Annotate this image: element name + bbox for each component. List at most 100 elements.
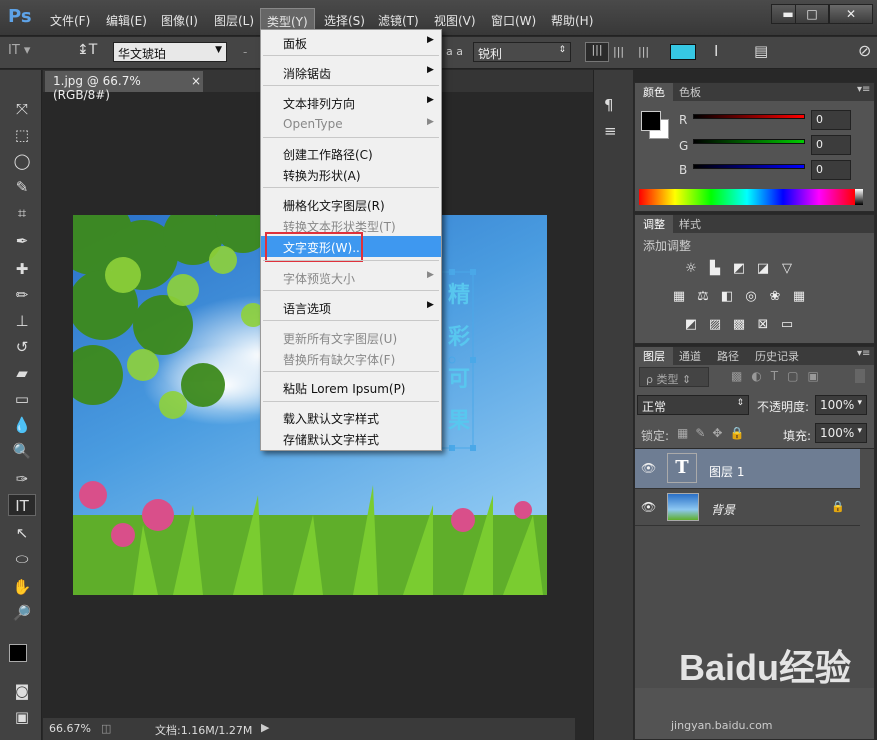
brightness-icon[interactable]: ☼ — [683, 261, 699, 277]
menu-item-create-work-path[interactable]: 创建工作路径(C) — [261, 143, 441, 164]
pen-tool-icon[interactable]: ✑ — [10, 468, 34, 490]
menu-item-convert-to-shape[interactable]: 转换为形状(A) — [261, 164, 441, 185]
menu-window[interactable]: 窗口(W) — [491, 12, 536, 29]
tab-color[interactable]: 颜色 — [635, 83, 673, 101]
healing-brush-tool-icon[interactable]: ✚ — [10, 258, 34, 280]
move-tool-icon[interactable]: ⤧ — [10, 98, 34, 120]
type-tool-icon[interactable]: ⅠT — [8, 494, 36, 516]
text-color-swatch[interactable] — [670, 44, 696, 60]
black-white-icon[interactable]: ◧ — [719, 289, 735, 305]
color-spectrum-bar[interactable] — [639, 189, 855, 205]
layer-row[interactable]: 👁 T 图层 1 — [635, 449, 860, 489]
gradient-map-icon[interactable]: ▭ — [779, 317, 795, 333]
tab-channels[interactable]: 通道 — [671, 347, 709, 365]
toggle-orientation-icon[interactable]: ↨T — [77, 42, 97, 58]
tab-adjustments[interactable]: 调整 — [635, 215, 673, 233]
menu-type[interactable]: 类型(Y) — [260, 8, 315, 30]
marquee-tool-icon[interactable]: ⬚ — [10, 124, 34, 146]
menu-item-rasterize[interactable]: 栅格化文字图层(R) — [261, 194, 441, 215]
tab-layers[interactable]: 图层 — [635, 347, 673, 365]
screen-mode-icon[interactable]: ▣ — [10, 706, 34, 728]
status-menu-arrow-icon[interactable]: ▶ — [261, 721, 269, 734]
document-tab[interactable]: 1.jpg @ 66.7%(RGB/8#) × — [45, 71, 203, 102]
history-brush-tool-icon[interactable]: ↺ — [10, 336, 34, 358]
channel-b-value[interactable]: 0 — [811, 160, 851, 180]
layer-filter-select[interactable]: ρ 类型 ⇕ — [639, 367, 709, 387]
foreground-color-swatch[interactable] — [9, 644, 27, 662]
type-tool-preset-icon[interactable]: ⅠT ▾ — [8, 43, 30, 58]
tab-styles[interactable]: 样式 — [671, 215, 709, 233]
warp-text-icon[interactable]: I — [714, 42, 718, 60]
canvas-text-layer[interactable]: 精 彩 可 果 — [446, 275, 472, 443]
align-center-icon[interactable]: ||| — [613, 45, 624, 58]
threshold-icon[interactable]: ▩ — [731, 317, 747, 333]
levels-icon[interactable]: ▙ — [707, 261, 723, 277]
menu-view[interactable]: 视图(V) — [434, 12, 476, 29]
antialias-select[interactable]: 锐利 ⇕ — [473, 42, 571, 62]
font-style-value[interactable]: - — [243, 45, 247, 59]
cancel-icon[interactable]: ⊘ — [858, 41, 871, 60]
menu-item-text-orientation[interactable]: 文本排列方向 ▶ — [261, 92, 441, 113]
posterize-icon[interactable]: ▨ — [707, 317, 723, 333]
fill-input[interactable]: 100% ▾ — [815, 423, 867, 443]
menu-item-panels[interactable]: 面板 ▶ — [261, 32, 441, 53]
ellipse-tool-icon[interactable]: ⬭ — [10, 548, 34, 570]
tab-paths[interactable]: 路径 — [709, 347, 747, 365]
menu-item-load-default-styles[interactable]: 载入默认文字样式 — [261, 407, 441, 428]
layer-name[interactable]: 图层 1 — [709, 463, 744, 480]
menu-image[interactable]: 图像(I) — [161, 12, 198, 29]
menu-file[interactable]: 文件(F) — [50, 12, 90, 29]
panel-menu-icon[interactable]: ▾≡ — [857, 348, 870, 359]
layer-name[interactable]: 背景 — [711, 501, 735, 518]
menu-select[interactable]: 选择(S) — [324, 12, 365, 29]
crop-tool-icon[interactable]: ⌗ — [10, 202, 34, 224]
layer-filter-icons[interactable]: ▩◐T▢▣ — [731, 369, 828, 383]
panel-menu-icon[interactable]: ▾≡ — [857, 84, 870, 95]
channel-g-slider[interactable] — [693, 139, 805, 144]
menu-item-language-options[interactable]: 语言选项 ▶ — [261, 297, 441, 318]
hand-tool-icon[interactable]: ✋ — [10, 576, 34, 598]
vibrance-icon[interactable]: ▽ — [779, 261, 795, 277]
photo-filter-icon[interactable]: ◎ — [743, 289, 759, 305]
align-left-icon[interactable]: ||| — [585, 42, 609, 62]
filter-toggle[interactable] — [855, 369, 865, 383]
channel-b-slider[interactable] — [693, 164, 805, 169]
stamp-tool-icon[interactable]: ⊥ — [10, 310, 34, 332]
eye-icon[interactable]: 👁 — [641, 500, 656, 514]
tab-close-icon[interactable]: × — [191, 74, 201, 88]
character-panel-icon[interactable]: ¶ — [604, 96, 614, 114]
channel-r-value[interactable]: 0 — [811, 110, 851, 130]
dodge-tool-icon[interactable]: 🔍 — [10, 440, 34, 462]
zoom-tool-icon[interactable]: 🔎 — [10, 602, 34, 624]
paragraph-panel-icon[interactable]: ≡ — [604, 122, 617, 140]
gradient-tool-icon[interactable]: ▭ — [10, 388, 34, 410]
tab-swatches[interactable]: 色板 — [671, 83, 709, 101]
menu-item-save-default-styles[interactable]: 存储默认文字样式 — [261, 428, 441, 449]
document-info[interactable]: 文档:1.16M/1.27M — [155, 722, 252, 738]
layer-row[interactable]: 👁 背景 🔒 — [635, 490, 860, 526]
channel-mixer-icon[interactable]: ❀ — [767, 289, 783, 305]
bw-ramp[interactable] — [855, 189, 863, 205]
path-select-tool-icon[interactable]: ↖ — [10, 522, 34, 544]
foreground-swatch[interactable] — [641, 111, 661, 131]
quick-select-tool-icon[interactable]: ✎ — [10, 176, 34, 198]
brush-tool-icon[interactable]: ✏ — [10, 284, 34, 306]
opacity-input[interactable]: 100% ▾ — [815, 395, 867, 415]
blend-mode-select[interactable]: 正常 ⇕ — [637, 395, 749, 415]
eyedropper-tool-icon[interactable]: ✒ — [10, 230, 34, 252]
channel-r-slider[interactable] — [693, 114, 805, 119]
maximize-button[interactable]: □ — [795, 4, 829, 24]
eye-icon[interactable]: 👁 — [641, 461, 656, 475]
channel-g-value[interactable]: 0 — [811, 135, 851, 155]
font-family-select[interactable]: 华文琥珀 ▼ — [113, 42, 227, 62]
align-right-icon[interactable]: ||| — [638, 45, 649, 58]
selective-color-icon[interactable]: ⊠ — [755, 317, 771, 333]
zoom-level[interactable]: 66.67% — [49, 722, 91, 735]
menu-filter[interactable]: 滤镜(T) — [378, 12, 419, 29]
blur-tool-icon[interactable]: 💧 — [10, 414, 34, 436]
character-panel-icon[interactable]: ▤ — [754, 42, 768, 60]
hue-saturation-icon[interactable]: ▦ — [671, 289, 687, 305]
lock-icons[interactable]: ▦✎✥🔒 — [677, 426, 751, 440]
menu-layer[interactable]: 图层(L) — [214, 12, 254, 29]
menu-edit[interactable]: 编辑(E) — [106, 12, 147, 29]
